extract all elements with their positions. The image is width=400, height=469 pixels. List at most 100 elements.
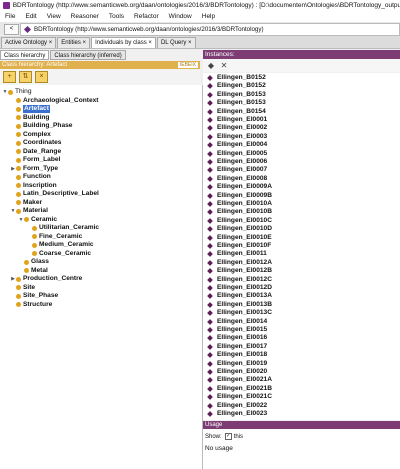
tree-node[interactable]: Site bbox=[10, 284, 35, 292]
tree-node[interactable]: ▶ Production_Centre bbox=[10, 275, 82, 283]
instance-item[interactable]: Ellingen_EI0003 bbox=[206, 133, 267, 141]
instance-item[interactable]: Ellingen_EI0022 bbox=[206, 402, 267, 410]
instance-item[interactable]: Ellingen_EI0019 bbox=[206, 360, 267, 368]
tab-active-ontology[interactable]: Active Ontology × bbox=[1, 37, 57, 48]
back-button[interactable]: < bbox=[4, 24, 19, 35]
class-icon bbox=[16, 183, 21, 188]
tree-node[interactable]: Latin_Descriptive_Label bbox=[10, 190, 99, 198]
tree-node[interactable]: Inscription bbox=[10, 182, 57, 190]
menu-refactor[interactable]: Refactor bbox=[129, 13, 164, 20]
instance-item[interactable]: Ellingen_EI0017 bbox=[206, 343, 267, 351]
instance-item[interactable]: Ellingen_EI0015 bbox=[206, 326, 267, 334]
tree-node[interactable]: ▼ Ceramic bbox=[18, 216, 58, 224]
instance-item[interactable]: Ellingen_B0153 bbox=[206, 99, 266, 107]
instance-item[interactable]: Ellingen_EI0016 bbox=[206, 334, 267, 342]
tree-node[interactable]: Form_Label bbox=[10, 156, 60, 164]
tree-node[interactable]: Fine_Ceramic bbox=[26, 233, 82, 241]
instance-label: Ellingen_EI0005 bbox=[217, 149, 268, 157]
tree-node[interactable]: ▼ Thing bbox=[2, 88, 32, 96]
add-individual-icon[interactable]: ◆ bbox=[206, 61, 216, 71]
add-subclass-icon[interactable]: + bbox=[3, 71, 16, 83]
instance-item[interactable]: Ellingen_B0152 bbox=[206, 74, 266, 82]
tree-node[interactable]: ▶ Form_Type bbox=[10, 165, 58, 173]
tree-node[interactable]: Archaeological_Context bbox=[10, 97, 98, 105]
instance-item[interactable]: Ellingen_EI0023 bbox=[206, 410, 267, 418]
menu-view[interactable]: View bbox=[42, 13, 66, 20]
individual-icon bbox=[207, 411, 213, 417]
instance-item[interactable]: Ellingen_EI0008 bbox=[206, 175, 267, 183]
instance-item[interactable]: Ellingen_EI0010E bbox=[206, 234, 272, 242]
instance-item[interactable]: Ellingen_EI0009B bbox=[206, 192, 272, 200]
menu-window[interactable]: Window bbox=[164, 13, 197, 20]
tree-node[interactable]: Function bbox=[10, 173, 51, 181]
tree-node[interactable]: Site_Phase bbox=[10, 292, 58, 300]
instance-item[interactable]: Ellingen_EI0021B bbox=[206, 385, 272, 393]
tree-node[interactable]: Building_Phase bbox=[10, 122, 72, 130]
tab-individuals-by-class[interactable]: Individuals by class × bbox=[91, 37, 156, 48]
delete-individual-icon[interactable]: ✕ bbox=[219, 61, 229, 71]
tree-node[interactable]: Coarse_Ceramic bbox=[26, 250, 91, 258]
tree-node[interactable]: Medium_Ceramic bbox=[26, 241, 94, 249]
usage-this-checkbox[interactable]: ✓ bbox=[224, 433, 232, 440]
subtab-class-hierarchy-inferred[interactable]: Class hierarchy (inferred) bbox=[50, 50, 126, 60]
subtab-class-hierarchy[interactable]: Class hierarchy bbox=[0, 50, 50, 60]
instance-item[interactable]: Ellingen_EI0009A bbox=[206, 183, 272, 191]
tree-node[interactable]: Utilitarian_Ceramic bbox=[26, 224, 99, 232]
individual-icon bbox=[207, 83, 213, 90]
instance-item[interactable]: Ellingen_EI0021C bbox=[206, 393, 272, 401]
instance-item[interactable]: Ellingen_B0152 bbox=[206, 82, 266, 90]
tree-node-label: Utilitarian_Ceramic bbox=[39, 224, 100, 231]
class-icon bbox=[32, 242, 37, 248]
tree-node[interactable]: Building bbox=[10, 114, 49, 122]
instance-item[interactable]: Ellingen_EI0020 bbox=[206, 368, 267, 376]
tree-node[interactable]: Maker bbox=[10, 199, 42, 207]
instance-item[interactable]: Ellingen_EI0013C bbox=[206, 309, 272, 317]
instance-item[interactable]: Ellingen_EI0012C bbox=[206, 276, 272, 284]
individual-icon bbox=[207, 125, 213, 132]
instance-item[interactable]: Ellingen_EI0013A bbox=[206, 292, 272, 300]
instance-item[interactable]: Ellingen_B0153 bbox=[206, 91, 266, 99]
instance-item[interactable]: Ellingen_EI0010F bbox=[206, 242, 271, 250]
instance-item[interactable]: Ellingen_EI0007 bbox=[206, 166, 267, 174]
instance-item[interactable]: Ellingen_EI0012A bbox=[206, 259, 272, 267]
ontology-address-field[interactable]: BDRTontology (http://www.semanticweb.org… bbox=[20, 23, 400, 36]
instance-item[interactable]: Ellingen_EI0014 bbox=[206, 318, 267, 326]
tree-node[interactable]: Coordinates bbox=[10, 139, 61, 147]
instance-item[interactable]: Ellingen_EI0010B bbox=[206, 208, 272, 216]
tree-node[interactable]: Date_Range bbox=[10, 148, 61, 156]
instance-item[interactable]: Ellingen_EI0011 bbox=[206, 250, 267, 258]
tree-node[interactable]: Structure bbox=[10, 301, 52, 309]
tree-node-label: Maker bbox=[23, 198, 43, 206]
instance-item[interactable]: Ellingen_EI0006 bbox=[206, 158, 267, 166]
menu-reasoner[interactable]: Reasoner bbox=[66, 13, 104, 20]
instance-item[interactable]: Ellingen_EI0001 bbox=[206, 116, 267, 124]
menu-help[interactable]: Help bbox=[197, 13, 220, 20]
tab-dl-query[interactable]: DL Query × bbox=[156, 37, 196, 48]
instance-item[interactable]: Ellingen_EI0013B bbox=[206, 301, 272, 309]
instance-item[interactable]: Ellingen_EI0012B bbox=[206, 267, 272, 275]
instance-item[interactable]: Ellingen_EI0021A bbox=[206, 376, 272, 384]
instance-item[interactable]: Ellingen_EI0018 bbox=[206, 351, 267, 359]
tree-node[interactable]: ▼ Material bbox=[10, 207, 48, 215]
add-sibling-icon[interactable]: ⇅ bbox=[19, 71, 32, 83]
view-options-badge[interactable]: IEBEIX bbox=[177, 62, 198, 68]
tree-node[interactable]: Artefact bbox=[10, 105, 50, 113]
instance-item[interactable]: Ellingen_B0154 bbox=[206, 108, 266, 116]
menu-file[interactable]: File bbox=[0, 13, 20, 20]
instance-item[interactable]: Ellingen_EI0010C bbox=[206, 217, 272, 225]
delete-class-icon[interactable]: × bbox=[35, 71, 48, 83]
instance-label: Ellingen_EI0013A bbox=[217, 292, 272, 300]
tree-node[interactable]: Complex bbox=[10, 131, 51, 139]
instance-item[interactable]: Ellingen_EI0005 bbox=[206, 150, 267, 158]
menu-edit[interactable]: Edit bbox=[20, 13, 41, 20]
instance-item[interactable]: Ellingen_EI0010A bbox=[206, 200, 272, 208]
tree-node[interactable]: Glass bbox=[18, 258, 49, 266]
instance-item[interactable]: Ellingen_EI0004 bbox=[206, 141, 267, 149]
menu-tools[interactable]: Tools bbox=[104, 13, 129, 20]
instance-item[interactable]: Ellingen_EI0002 bbox=[206, 124, 267, 132]
tab-entities[interactable]: Entities × bbox=[57, 37, 91, 48]
instance-item[interactable]: Ellingen_EI0012D bbox=[206, 284, 272, 292]
instance-item[interactable]: Ellingen_EI0010D bbox=[206, 225, 272, 233]
class-icon bbox=[16, 115, 21, 120]
tree-node[interactable]: Metal bbox=[18, 267, 48, 275]
